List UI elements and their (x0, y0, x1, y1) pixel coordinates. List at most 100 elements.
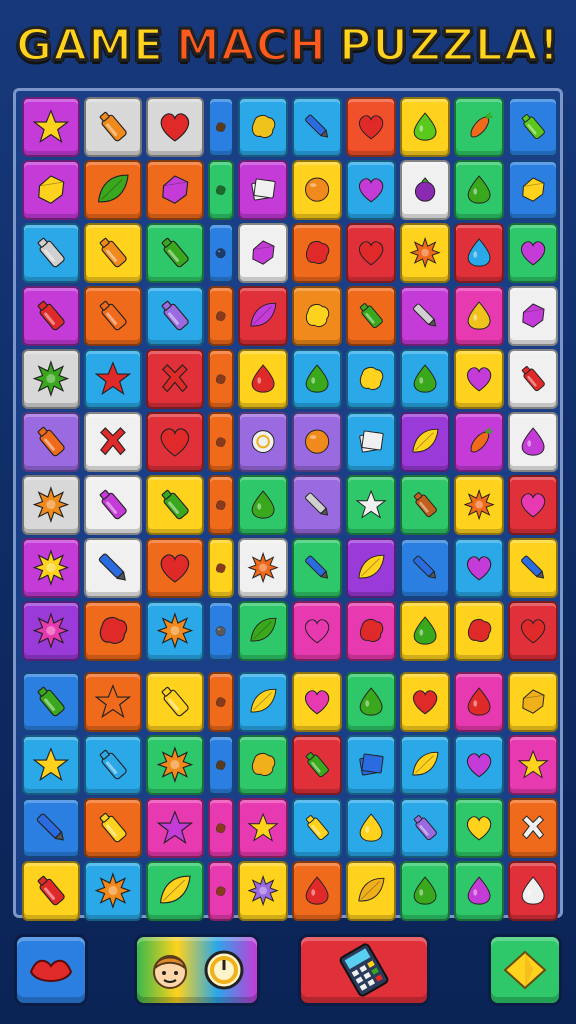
tile-r9-c7[interactable] (346, 601, 396, 661)
tile-r6-c1[interactable] (22, 412, 80, 472)
tile-r4-c1[interactable] (22, 286, 80, 346)
tile-r6-c8[interactable] (400, 412, 450, 472)
tile-r7-c4[interactable] (208, 475, 234, 535)
tile-r5-c3[interactable] (146, 349, 204, 409)
tile-r12-c6[interactable] (292, 798, 342, 858)
tile-r5-c6[interactable] (292, 349, 342, 409)
tile-r3-c10[interactable] (508, 223, 558, 283)
tile-r1-c6[interactable] (292, 97, 342, 157)
tile-r13-c9[interactable] (454, 861, 504, 921)
tile-r6-c2[interactable] (84, 412, 142, 472)
tile-r12-c9[interactable] (454, 798, 504, 858)
tile-r1-c1[interactable] (22, 97, 80, 157)
tile-r13-c4[interactable] (208, 861, 234, 921)
tile-r9-c8[interactable] (400, 601, 450, 661)
tile-r12-c3[interactable] (146, 798, 204, 858)
tile-r8-c7[interactable] (346, 538, 396, 598)
tile-r13-c1[interactable] (22, 861, 80, 921)
tile-r13-c3[interactable] (146, 861, 204, 921)
tile-r12-c1[interactable] (22, 798, 80, 858)
tile-r4-c3[interactable] (146, 286, 204, 346)
tile-r9-c2[interactable] (84, 601, 142, 661)
tile-r10-c5[interactable] (238, 672, 288, 732)
tile-r5-c9[interactable] (454, 349, 504, 409)
tile-r6-c5[interactable] (238, 412, 288, 472)
tile-r7-c8[interactable] (400, 475, 450, 535)
tile-r3-c5[interactable] (238, 223, 288, 283)
tile-r7-c1[interactable] (22, 475, 80, 535)
tile-r10-c9[interactable] (454, 672, 504, 732)
tile-r6-c4[interactable] (208, 412, 234, 472)
tile-r3-c1[interactable] (22, 223, 80, 283)
character-timer-button[interactable] (134, 934, 260, 1006)
tile-r12-c5[interactable] (238, 798, 288, 858)
tile-r2-c1[interactable] (22, 160, 80, 220)
tile-r7-c3[interactable] (146, 475, 204, 535)
tile-r10-c4[interactable] (208, 672, 234, 732)
tile-r2-c9[interactable] (454, 160, 504, 220)
tile-r8-c9[interactable] (454, 538, 504, 598)
tile-r7-c7[interactable] (346, 475, 396, 535)
tile-r11-c3[interactable] (146, 735, 204, 795)
tile-r7-c5[interactable] (238, 475, 288, 535)
calculator-button[interactable] (298, 934, 430, 1006)
tile-r12-c7[interactable] (346, 798, 396, 858)
tile-r12-c2[interactable] (84, 798, 142, 858)
tile-r1-c3[interactable] (146, 97, 204, 157)
tile-r6-c3[interactable] (146, 412, 204, 472)
tile-r8-c1[interactable] (22, 538, 80, 598)
tile-r4-c9[interactable] (454, 286, 504, 346)
tile-r1-c10[interactable] (508, 97, 558, 157)
tile-r5-c2[interactable] (84, 349, 142, 409)
tile-r6-c10[interactable] (508, 412, 558, 472)
tile-r11-c4[interactable] (208, 735, 234, 795)
tile-r10-c6[interactable] (292, 672, 342, 732)
tile-r10-c3[interactable] (146, 672, 204, 732)
tile-r4-c10[interactable] (508, 286, 558, 346)
tile-r4-c5[interactable] (238, 286, 288, 346)
tile-r8-c10[interactable] (508, 538, 558, 598)
tile-r1-c4[interactable] (208, 97, 234, 157)
tile-r1-c9[interactable] (454, 97, 504, 157)
tile-r4-c4[interactable] (208, 286, 234, 346)
tile-r2-c7[interactable] (346, 160, 396, 220)
tile-r11-c10[interactable] (508, 735, 558, 795)
tile-r2-c10[interactable] (508, 160, 558, 220)
tile-r5-c7[interactable] (346, 349, 396, 409)
tile-r9-c3[interactable] (146, 601, 204, 661)
tile-r10-c2[interactable] (84, 672, 142, 732)
tile-r11-c2[interactable] (84, 735, 142, 795)
tile-r13-c6[interactable] (292, 861, 342, 921)
tile-r7-c9[interactable] (454, 475, 504, 535)
gem-button[interactable] (488, 934, 562, 1006)
tile-r5-c1[interactable] (22, 349, 80, 409)
tile-r2-c3[interactable] (146, 160, 204, 220)
tile-r10-c8[interactable] (400, 672, 450, 732)
tile-r9-c6[interactable] (292, 601, 342, 661)
tile-r8-c8[interactable] (400, 538, 450, 598)
tile-r8-c3[interactable] (146, 538, 204, 598)
tile-r11-c1[interactable] (22, 735, 80, 795)
tile-r6-c7[interactable] (346, 412, 396, 472)
tile-r13-c7[interactable] (346, 861, 396, 921)
tile-r9-c9[interactable] (454, 601, 504, 661)
tile-r1-c2[interactable] (84, 97, 142, 157)
tile-r3-c4[interactable] (208, 223, 234, 283)
tile-r4-c7[interactable] (346, 286, 396, 346)
tile-r9-c4[interactable] (208, 601, 234, 661)
tile-r11-c7[interactable] (346, 735, 396, 795)
tile-r11-c9[interactable] (454, 735, 504, 795)
tile-r13-c10[interactable] (508, 861, 558, 921)
tile-r3-c2[interactable] (84, 223, 142, 283)
tile-r1-c7[interactable] (346, 97, 396, 157)
tile-r11-c6[interactable] (292, 735, 342, 795)
tile-r2-c5[interactable] (238, 160, 288, 220)
tile-r8-c4[interactable] (208, 538, 234, 598)
tile-r12-c4[interactable] (208, 798, 234, 858)
tile-r8-c5[interactable] (238, 538, 288, 598)
tile-r4-c2[interactable] (84, 286, 142, 346)
tile-r12-c10[interactable] (508, 798, 558, 858)
tile-r13-c8[interactable] (400, 861, 450, 921)
tile-r2-c8[interactable] (400, 160, 450, 220)
tile-r12-c8[interactable] (400, 798, 450, 858)
